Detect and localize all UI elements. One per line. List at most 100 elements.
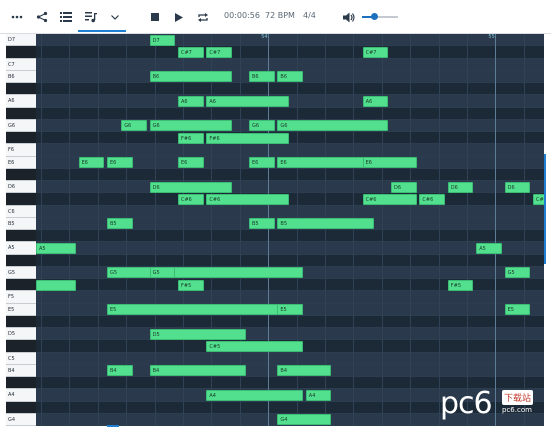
note-block[interactable]: A5 [36,242,76,254]
note-block[interactable]: A4 [206,389,303,401]
note-block[interactable]: E5 [107,304,303,315]
tempo-display[interactable]: 72 BPM [265,11,295,20]
note-block[interactable]: F#5 [447,279,474,291]
chevron-down-icon[interactable] [108,10,122,24]
white-key[interactable]: E6 [6,156,36,169]
white-key[interactable]: G6 [6,119,36,132]
white-key[interactable]: A6 [6,95,36,108]
note-block[interactable]: C#6 [419,193,445,205]
play-icon[interactable] [172,10,186,24]
time-signature-display[interactable]: 4/4 [303,11,316,20]
note-block[interactable]: G5 [504,267,531,279]
note-block[interactable]: G6 [149,120,232,132]
white-key[interactable]: G4 [6,413,36,426]
note-block[interactable]: B5 [107,218,133,230]
note-block[interactable] [36,279,76,291]
note-block[interactable]: F#6 [206,132,289,144]
white-key[interactable]: B4 [6,364,36,377]
note-block[interactable]: C#6 [362,193,417,205]
loop-icon[interactable] [196,10,210,24]
black-key[interactable] [6,279,36,292]
black-key[interactable] [6,230,36,243]
note-block[interactable]: E5 [504,304,531,315]
more-horizontal-icon[interactable] [10,10,24,24]
black-key[interactable] [6,401,36,414]
note-block[interactable]: B6 [149,71,232,83]
note-block[interactable]: A6 [362,95,389,107]
note-block[interactable]: B4 [277,365,332,377]
note-block[interactable]: E6 [107,157,133,168]
white-key[interactable]: F5 [6,291,36,304]
note-block[interactable]: A6 [206,95,289,107]
note-block[interactable]: C#5 [206,340,303,352]
white-key[interactable]: A4 [6,389,36,402]
note-block[interactable]: E6 [277,157,374,168]
note-block[interactable]: B5 [249,218,275,230]
piano-roll-grid[interactable]: 54 55 D7 C#7 C#7 C#7 B6 B6 B6 A6 A6 A6 G6 G6 G6 G6 F#6 F#… [36,34,544,426]
vertical-scrollbar[interactable] [544,154,546,264]
white-key[interactable]: B6 [6,70,36,83]
note-block[interactable]: G6 [121,120,147,132]
note-block[interactable]: G5 [149,267,176,279]
note-block[interactable]: F#5 [178,279,204,291]
note-block[interactable]: D6 [447,181,474,193]
black-key[interactable] [6,377,36,390]
black-key[interactable] [6,254,36,267]
piano-keyboard[interactable]: D7 C7 B6 A6 G6 F6 E6 D6 C6 B5 A5 G5 F5 E5 D5 C5 B4 A4 G4 [6,34,36,426]
list-icon[interactable] [59,10,73,24]
note-block[interactable]: E6 [249,157,275,168]
white-key[interactable]: C6 [6,205,36,218]
white-key[interactable]: B5 [6,217,36,230]
black-key[interactable] [6,46,36,59]
note-block[interactable]: E6 [178,157,204,168]
black-key[interactable] [6,168,36,181]
note-block[interactable]: A5 [476,242,502,254]
white-key[interactable]: D6 [6,181,36,194]
note-block[interactable]: A4 [305,389,332,401]
volume-icon[interactable] [342,10,356,24]
note-block[interactable]: G6 [277,120,389,132]
note-block[interactable]: C#7 [178,46,204,58]
note-block[interactable]: E6 [78,157,105,168]
note-block[interactable]: D7 [149,34,176,46]
note-block[interactable]: C#6 [206,193,289,205]
volume-slider-knob[interactable] [371,13,379,20]
white-key[interactable]: C5 [6,352,36,365]
white-key[interactable]: C7 [6,58,36,71]
note-block[interactable]: B6 [277,71,303,83]
white-key[interactable]: F6 [6,144,36,157]
note-block[interactable]: E6 [362,157,417,168]
note-block[interactable]: B6 [249,71,275,83]
note-block[interactable]: G5 [107,267,303,279]
note-block[interactable]: F#6 [178,132,204,144]
stop-icon[interactable] [148,10,162,24]
share-icon[interactable] [35,10,49,24]
black-key[interactable] [6,340,36,353]
note-block[interactable]: D6 [504,181,531,193]
white-key[interactable]: D7 [6,34,36,47]
black-key[interactable] [6,315,36,328]
black-key[interactable] [6,107,36,120]
black-key[interactable] [6,132,36,145]
queue-music-icon[interactable] [84,10,98,24]
white-key[interactable]: A5 [6,242,36,255]
note-block[interactable]: D5 [149,328,247,340]
white-key[interactable]: G5 [6,266,36,279]
note-block[interactable]: D6 [391,181,417,193]
white-key[interactable]: E5 [6,303,36,316]
white-key[interactable]: D5 [6,328,36,341]
note-block[interactable]: G4 [277,414,332,426]
note-block[interactable]: C#6 [178,193,204,205]
note-block[interactable]: E5 [277,304,303,315]
black-key[interactable] [6,193,36,206]
note-block[interactable]: B5 [277,218,374,230]
note-block[interactable]: G6 [249,120,275,132]
note-block[interactable]: B4 [149,365,247,377]
note-block[interactable]: D6 [149,181,232,193]
note-block[interactable]: C#7 [206,46,232,58]
note-block[interactable]: A6 [178,95,204,107]
note-block[interactable]: C#7 [362,46,389,58]
note-block[interactable]: C#6 [533,193,544,205]
black-key[interactable] [6,83,36,96]
note-block[interactable]: B4 [107,365,133,377]
